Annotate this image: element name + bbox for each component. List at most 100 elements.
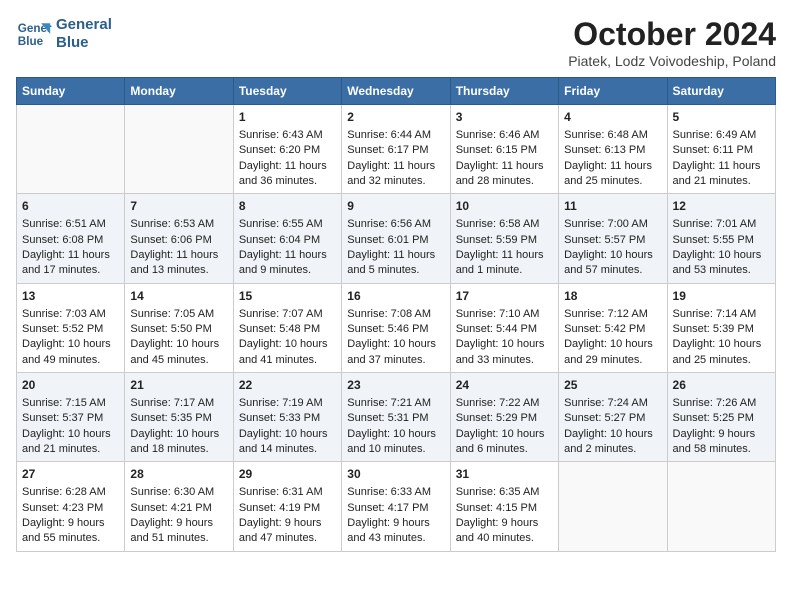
day-number: 7 bbox=[130, 198, 227, 215]
table-cell bbox=[125, 105, 233, 194]
day-info: Daylight: 11 hours and 21 minutes. bbox=[673, 159, 770, 190]
day-info: Sunrise: 7:01 AM bbox=[673, 217, 770, 232]
table-cell: 25Sunrise: 7:24 AMSunset: 5:27 PMDayligh… bbox=[559, 373, 667, 462]
day-info: Sunset: 5:42 PM bbox=[564, 322, 661, 337]
day-number: 12 bbox=[673, 198, 770, 215]
day-info: Sunrise: 7:26 AM bbox=[673, 396, 770, 411]
table-cell: 12Sunrise: 7:01 AMSunset: 5:55 PMDayligh… bbox=[667, 194, 775, 283]
day-number: 3 bbox=[456, 109, 553, 126]
table-cell bbox=[17, 105, 125, 194]
header-saturday: Saturday bbox=[667, 78, 775, 105]
day-info: Daylight: 10 hours and 18 minutes. bbox=[130, 427, 227, 458]
header-monday: Monday bbox=[125, 78, 233, 105]
table-cell: 11Sunrise: 7:00 AMSunset: 5:57 PMDayligh… bbox=[559, 194, 667, 283]
calendar-title: October 2024 bbox=[568, 16, 776, 53]
day-info: Daylight: 9 hours and 40 minutes. bbox=[456, 516, 553, 547]
day-info: Sunset: 4:15 PM bbox=[456, 501, 553, 516]
day-info: Daylight: 11 hours and 5 minutes. bbox=[347, 248, 444, 279]
day-info: Sunset: 4:21 PM bbox=[130, 501, 227, 516]
day-number: 22 bbox=[239, 377, 336, 394]
table-cell bbox=[559, 462, 667, 551]
header-sunday: Sunday bbox=[17, 78, 125, 105]
table-cell: 8Sunrise: 6:55 AMSunset: 6:04 PMDaylight… bbox=[233, 194, 341, 283]
day-number: 4 bbox=[564, 109, 661, 126]
day-number: 16 bbox=[347, 288, 444, 305]
calendar-header: SundayMondayTuesdayWednesdayThursdayFrid… bbox=[17, 78, 776, 105]
day-info: Sunset: 6:08 PM bbox=[22, 233, 119, 248]
day-info: Daylight: 10 hours and 6 minutes. bbox=[456, 427, 553, 458]
day-number: 10 bbox=[456, 198, 553, 215]
day-info: Sunrise: 6:46 AM bbox=[456, 128, 553, 143]
table-cell: 9 Sunrise: 6:56 AMSunset: 6:01 PMDaylight… bbox=[342, 194, 450, 283]
day-info: Daylight: 10 hours and 21 minutes. bbox=[22, 427, 119, 458]
day-info: Sunrise: 7:12 AM bbox=[564, 307, 661, 322]
day-info: Sunset: 5:52 PM bbox=[22, 322, 119, 337]
day-info: Daylight: 11 hours and 1 minute. bbox=[456, 248, 553, 279]
day-number: 29 bbox=[239, 466, 336, 483]
table-cell: 2Sunrise: 6:44 AMSunset: 6:17 PMDaylight… bbox=[342, 105, 450, 194]
table-cell: 21Sunrise: 7:17 AMSunset: 5:35 PMDayligh… bbox=[125, 373, 233, 462]
day-info: Sunrise: 7:07 AM bbox=[239, 307, 336, 322]
table-cell: 29Sunrise: 6:31 AMSunset: 4:19 PMDayligh… bbox=[233, 462, 341, 551]
day-number: 6 bbox=[22, 198, 119, 215]
day-info: Sunrise: 6:49 AM bbox=[673, 128, 770, 143]
day-info: Sunset: 5:29 PM bbox=[456, 411, 553, 426]
day-info: Sunset: 6:01 PM bbox=[347, 233, 444, 248]
day-info: Sunset: 5:48 PM bbox=[239, 322, 336, 337]
table-cell: 31Sunrise: 6:35 AMSunset: 4:15 PMDayligh… bbox=[450, 462, 558, 551]
day-number: 17 bbox=[456, 288, 553, 305]
table-cell: 1Sunrise: 6:43 AMSunset: 6:20 PMDaylight… bbox=[233, 105, 341, 194]
header-friday: Friday bbox=[559, 78, 667, 105]
day-number: 9 bbox=[347, 198, 444, 215]
day-info: Daylight: 11 hours and 9 minutes. bbox=[239, 248, 336, 279]
day-info: Sunrise: 6:53 AM bbox=[130, 217, 227, 232]
day-info: Sunrise: 6:31 AM bbox=[239, 485, 336, 500]
week-row-4: 27Sunrise: 6:28 AMSunset: 4:23 PMDayligh… bbox=[17, 462, 776, 551]
day-info: Daylight: 9 hours and 55 minutes. bbox=[22, 516, 119, 547]
day-number: 24 bbox=[456, 377, 553, 394]
day-info: Daylight: 10 hours and 33 minutes. bbox=[456, 337, 553, 368]
day-info: Sunset: 5:44 PM bbox=[456, 322, 553, 337]
day-info: Daylight: 10 hours and 57 minutes. bbox=[564, 248, 661, 279]
week-row-3: 20Sunrise: 7:15 AMSunset: 5:37 PMDayligh… bbox=[17, 373, 776, 462]
table-cell: 15Sunrise: 7:07 AMSunset: 5:48 PMDayligh… bbox=[233, 283, 341, 372]
day-number: 19 bbox=[673, 288, 770, 305]
day-info: Sunrise: 6:48 AM bbox=[564, 128, 661, 143]
table-cell: 3Sunrise: 6:46 AMSunset: 6:15 PMDaylight… bbox=[450, 105, 558, 194]
day-info: Sunset: 5:33 PM bbox=[239, 411, 336, 426]
logo-icon: General Blue bbox=[16, 16, 52, 52]
logo-subtext: Blue bbox=[56, 34, 112, 52]
day-info: Daylight: 10 hours and 29 minutes. bbox=[564, 337, 661, 368]
day-info: Daylight: 9 hours and 58 minutes. bbox=[673, 427, 770, 458]
day-info: Sunrise: 6:28 AM bbox=[22, 485, 119, 500]
day-info: Sunset: 5:27 PM bbox=[564, 411, 661, 426]
day-info: Sunset: 5:57 PM bbox=[564, 233, 661, 248]
calendar-body: 1Sunrise: 6:43 AMSunset: 6:20 PMDaylight… bbox=[17, 105, 776, 552]
day-info: Sunset: 5:39 PM bbox=[673, 322, 770, 337]
day-info: Sunrise: 7:22 AM bbox=[456, 396, 553, 411]
table-cell: 17Sunrise: 7:10 AMSunset: 5:44 PMDayligh… bbox=[450, 283, 558, 372]
table-cell: 18Sunrise: 7:12 AMSunset: 5:42 PMDayligh… bbox=[559, 283, 667, 372]
day-info: Daylight: 10 hours and 37 minutes. bbox=[347, 337, 444, 368]
day-info: Sunrise: 7:03 AM bbox=[22, 307, 119, 322]
table-cell: 20Sunrise: 7:15 AMSunset: 5:37 PMDayligh… bbox=[17, 373, 125, 462]
day-number: 8 bbox=[239, 198, 336, 215]
table-cell: 16Sunrise: 7:08 AMSunset: 5:46 PMDayligh… bbox=[342, 283, 450, 372]
day-info: Sunset: 4:17 PM bbox=[347, 501, 444, 516]
table-cell: 28Sunrise: 6:30 AMSunset: 4:21 PMDayligh… bbox=[125, 462, 233, 551]
table-cell: 22Sunrise: 7:19 AMSunset: 5:33 PMDayligh… bbox=[233, 373, 341, 462]
day-info: Sunrise: 6:35 AM bbox=[456, 485, 553, 500]
table-cell: 10Sunrise: 6:58 AMSunset: 5:59 PMDayligh… bbox=[450, 194, 558, 283]
table-cell: 27Sunrise: 6:28 AMSunset: 4:23 PMDayligh… bbox=[17, 462, 125, 551]
day-info: Sunset: 5:55 PM bbox=[673, 233, 770, 248]
day-info: Sunrise: 6:51 AM bbox=[22, 217, 119, 232]
day-info: Sunrise: 6:56 AM bbox=[347, 217, 444, 232]
table-cell: 14Sunrise: 7:05 AMSunset: 5:50 PMDayligh… bbox=[125, 283, 233, 372]
day-info: Sunrise: 7:05 AM bbox=[130, 307, 227, 322]
day-info: Daylight: 10 hours and 49 minutes. bbox=[22, 337, 119, 368]
table-cell: 30Sunrise: 6:33 AMSunset: 4:17 PMDayligh… bbox=[342, 462, 450, 551]
day-info: Daylight: 10 hours and 10 minutes. bbox=[347, 427, 444, 458]
week-row-0: 1Sunrise: 6:43 AMSunset: 6:20 PMDaylight… bbox=[17, 105, 776, 194]
day-number: 1 bbox=[239, 109, 336, 126]
day-info: Sunrise: 7:24 AM bbox=[564, 396, 661, 411]
